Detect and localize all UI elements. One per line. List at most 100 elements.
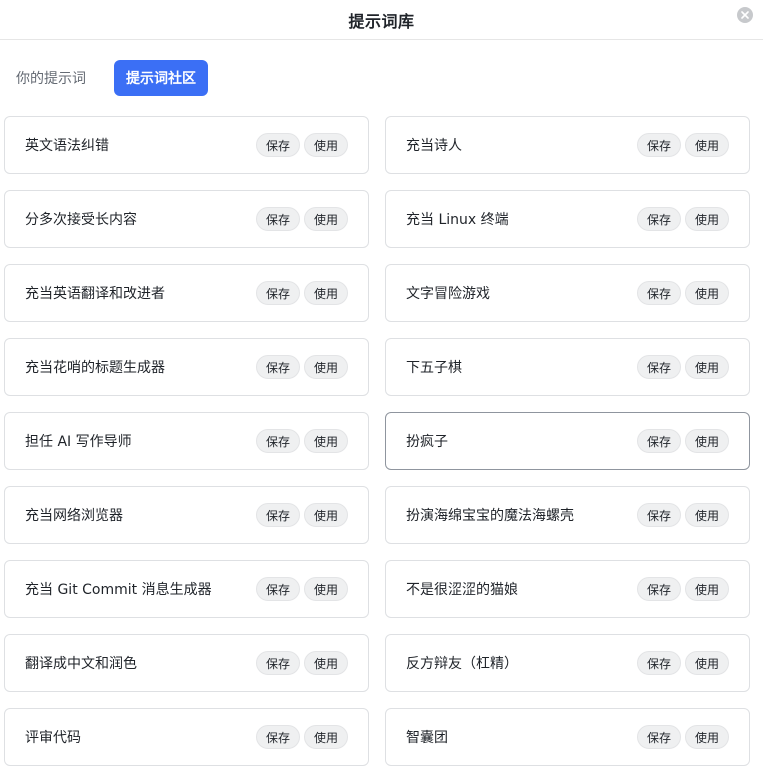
prompt-title: 反方辩友（杠精） xyxy=(406,656,518,672)
use-button[interactable]: 使用 xyxy=(303,355,348,379)
prompt-card[interactable]: 智囊团 保存 使用 xyxy=(385,708,750,766)
prompt-actions: 保存 使用 xyxy=(252,651,348,675)
prompt-actions: 保存 使用 xyxy=(252,503,348,527)
prompt-title: 文字冒险游戏 xyxy=(406,286,490,302)
prompt-card[interactable]: 充当 Git Commit 消息生成器 保存 使用 xyxy=(4,560,369,618)
prompt-title: 充当英语翻译和改进者 xyxy=(25,286,165,302)
use-button[interactable]: 使用 xyxy=(684,207,729,231)
prompt-title: 充当 Git Commit 消息生成器 xyxy=(25,582,212,598)
prompt-title: 担任 AI 写作导师 xyxy=(25,434,132,450)
tab-label: 你的提示词 xyxy=(16,71,86,87)
save-button[interactable]: 保存 xyxy=(255,355,300,379)
prompt-actions: 保存 使用 xyxy=(633,429,729,453)
close-icon xyxy=(741,11,749,19)
use-button[interactable]: 使用 xyxy=(303,133,348,157)
save-button[interactable]: 保存 xyxy=(636,503,681,527)
use-button[interactable]: 使用 xyxy=(684,429,729,453)
prompt-actions: 保存 使用 xyxy=(252,281,348,305)
use-button[interactable]: 使用 xyxy=(684,503,729,527)
prompt-title: 充当诗人 xyxy=(406,138,462,154)
use-button[interactable]: 使用 xyxy=(684,725,729,749)
prompt-actions: 保存 使用 xyxy=(633,133,729,157)
use-button[interactable]: 使用 xyxy=(303,503,348,527)
prompt-title: 下五子棋 xyxy=(406,360,462,376)
save-button[interactable]: 保存 xyxy=(636,355,681,379)
prompt-title: 充当花哨的标题生成器 xyxy=(25,360,165,376)
prompt-card[interactable]: 反方辩友（杠精） 保存 使用 xyxy=(385,634,750,692)
save-button[interactable]: 保存 xyxy=(636,207,681,231)
prompt-card[interactable]: 不是很涩涩的猫娘 保存 使用 xyxy=(385,560,750,618)
prompt-title: 充当 Linux 终端 xyxy=(406,212,509,228)
prompt-grid: 英文语法纠错 保存 使用 充当诗人 保存 使用 分多次接受长内容 保存 使用 充当 Linux 终… xyxy=(4,116,750,766)
prompt-card[interactable]: 文字冒险游戏 保存 使用 xyxy=(385,264,750,322)
window-title: 提示词库 xyxy=(348,11,415,31)
prompt-actions: 保存 使用 xyxy=(252,429,348,453)
prompt-card[interactable]: 充当花哨的标题生成器 保存 使用 xyxy=(4,338,369,396)
use-button[interactable]: 使用 xyxy=(684,651,729,675)
title-bar: 提示词库 xyxy=(0,0,763,40)
save-button[interactable]: 保存 xyxy=(255,651,300,675)
use-button[interactable]: 使用 xyxy=(684,577,729,601)
prompt-card[interactable]: 充当英语翻译和改进者 保存 使用 xyxy=(4,264,369,322)
use-button[interactable]: 使用 xyxy=(303,281,348,305)
prompt-card[interactable]: 分多次接受长内容 保存 使用 xyxy=(4,190,369,248)
prompt-card[interactable]: 翻译成中文和润色 保存 使用 xyxy=(4,634,369,692)
prompt-title: 智囊团 xyxy=(406,730,448,746)
prompt-card[interactable]: 充当网络浏览器 保存 使用 xyxy=(4,486,369,544)
prompt-title: 翻译成中文和润色 xyxy=(25,656,137,672)
save-button[interactable]: 保存 xyxy=(636,725,681,749)
prompt-actions: 保存 使用 xyxy=(633,651,729,675)
save-button[interactable]: 保存 xyxy=(636,577,681,601)
save-button[interactable]: 保存 xyxy=(255,133,300,157)
save-button[interactable]: 保存 xyxy=(255,503,300,527)
prompt-actions: 保存 使用 xyxy=(633,577,729,601)
prompt-title: 英文语法纠错 xyxy=(25,138,109,154)
use-button[interactable]: 使用 xyxy=(303,429,348,453)
prompt-title: 不是很涩涩的猫娘 xyxy=(406,582,518,598)
prompt-actions: 保存 使用 xyxy=(252,725,348,749)
save-button[interactable]: 保存 xyxy=(636,281,681,305)
prompt-actions: 保存 使用 xyxy=(252,355,348,379)
prompt-title: 扮演海绵宝宝的魔法海螺壳 xyxy=(406,508,574,524)
prompt-card[interactable]: 充当诗人 保存 使用 xyxy=(385,116,750,174)
use-button[interactable]: 使用 xyxy=(303,725,348,749)
save-button[interactable]: 保存 xyxy=(255,281,300,305)
save-button[interactable]: 保存 xyxy=(255,207,300,231)
prompt-card[interactable]: 充当 Linux 终端 保存 使用 xyxy=(385,190,750,248)
tab-bar: 你的提示词 提示词社区 xyxy=(0,60,208,96)
use-button[interactable]: 使用 xyxy=(303,651,348,675)
prompt-card[interactable]: 评审代码 保存 使用 xyxy=(4,708,369,766)
save-button[interactable]: 保存 xyxy=(255,577,300,601)
save-button[interactable]: 保存 xyxy=(636,651,681,675)
prompt-actions: 保存 使用 xyxy=(633,725,729,749)
prompt-actions: 保存 使用 xyxy=(252,577,348,601)
prompt-actions: 保存 使用 xyxy=(252,133,348,157)
prompt-card[interactable]: 英文语法纠错 保存 使用 xyxy=(4,116,369,174)
prompt-actions: 保存 使用 xyxy=(633,503,729,527)
close-button[interactable] xyxy=(737,7,753,23)
save-button[interactable]: 保存 xyxy=(636,429,681,453)
prompt-card[interactable]: 下五子棋 保存 使用 xyxy=(385,338,750,396)
use-button[interactable]: 使用 xyxy=(303,577,348,601)
tab-prompt-community[interactable]: 提示词社区 xyxy=(114,60,208,96)
prompt-card[interactable]: 担任 AI 写作导师 保存 使用 xyxy=(4,412,369,470)
tab-your-prompts[interactable]: 你的提示词 xyxy=(4,60,98,96)
use-button[interactable]: 使用 xyxy=(684,355,729,379)
save-button[interactable]: 保存 xyxy=(636,133,681,157)
use-button[interactable]: 使用 xyxy=(303,207,348,231)
prompt-actions: 保存 使用 xyxy=(633,355,729,379)
save-button[interactable]: 保存 xyxy=(255,429,300,453)
use-button[interactable]: 使用 xyxy=(684,281,729,305)
save-button[interactable]: 保存 xyxy=(255,725,300,749)
prompt-title: 分多次接受长内容 xyxy=(25,212,137,228)
prompt-title: 扮疯子 xyxy=(406,434,448,450)
prompt-actions: 保存 使用 xyxy=(633,281,729,305)
prompt-card[interactable]: 扮疯子 保存 使用 xyxy=(385,412,750,470)
prompt-card[interactable]: 扮演海绵宝宝的魔法海螺壳 保存 使用 xyxy=(385,486,750,544)
use-button[interactable]: 使用 xyxy=(684,133,729,157)
prompt-actions: 保存 使用 xyxy=(633,207,729,231)
prompt-title: 评审代码 xyxy=(25,730,81,746)
prompt-library-window: 提示词库 你的提示词 提示词社区 英文语法纠错 保存 使用 充当诗人 保存 使用 分多次接受… xyxy=(0,0,763,779)
prompt-actions: 保存 使用 xyxy=(252,207,348,231)
tab-label: 提示词社区 xyxy=(126,71,196,87)
